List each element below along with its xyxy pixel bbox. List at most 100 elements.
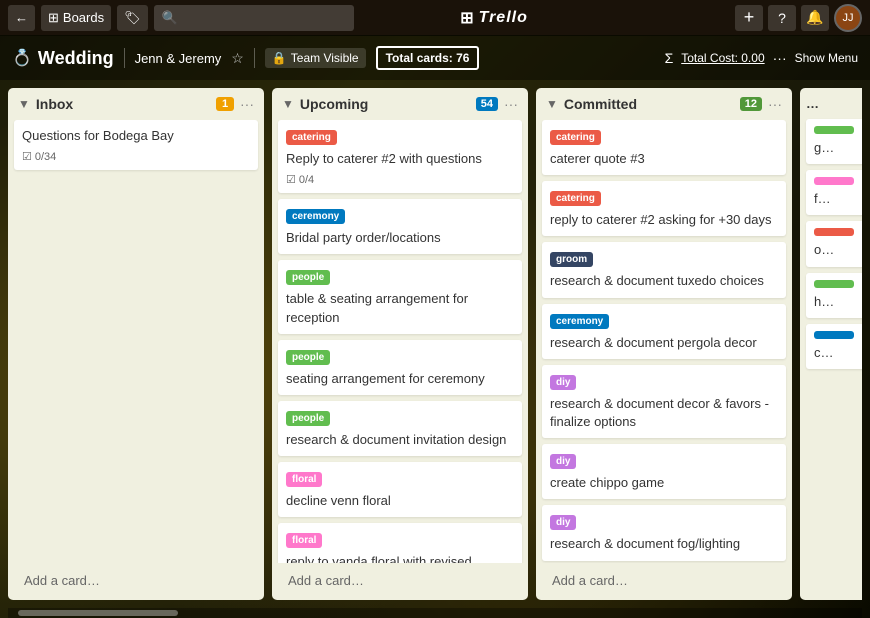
card[interactable]: groomresearch & document tuxedo choices [542,242,786,297]
list-count-badge: 12 [740,97,762,111]
card-label: people [286,411,330,426]
list-upcoming: ▼ Upcoming 54 ··· cateringReply to caterer #… [272,88,528,600]
card-title: caterer quote #3 [550,150,778,168]
bookmark-button[interactable]: 🏷 [117,5,148,31]
search-input[interactable] [183,11,346,25]
add-card-button[interactable]: Add a card… [542,567,786,594]
card[interactable]: catering reply to caterer #2 asking for +… [542,181,786,236]
visibility-button[interactable]: 🔒 Team Visible [265,48,366,68]
card-title: table & seating arrangement for receptio… [286,290,514,326]
card[interactable]: catering caterer quote #3 [542,120,786,175]
list-collapse-button[interactable]: ▼ [546,97,558,111]
list-cards: cateringReply to caterer #2 with questio… [272,120,528,563]
card-label: DIY [550,375,576,390]
list-menu-button[interactable]: ··· [768,96,782,112]
card-title: Questions for Bodega Bay [22,127,250,145]
board-member[interactable]: Jenn & Jeremy [135,51,222,66]
card-label: ceremony [286,209,345,224]
header-separator-1 [124,48,125,68]
back-icon: ← [15,10,28,25]
list-inbox: ▼Inbox1···Questions for Bodega Bay☑0/34A… [8,88,264,600]
card[interactable]: people table & seating arrangement for re… [278,260,522,333]
board-menu-ellipsis[interactable]: ··· [773,50,787,66]
bell-icon: 🔔 [806,9,823,26]
list-title: Committed [564,96,734,112]
card-label: DIY [550,454,576,469]
add-card-button[interactable]: Add a card… [278,567,522,594]
board-title: Wedding [38,48,114,69]
total-cost-link[interactable]: Total Cost: 0.00 [681,51,764,65]
bookmark-icon: 🏷 [124,10,141,26]
visibility-label: Team Visible [291,51,359,65]
list-collapse-button[interactable]: ▼ [282,97,294,111]
board-header: 💍 Wedding Jenn & Jeremy ☆ 🔒 Team Visible… [0,36,870,80]
card[interactable]: floral decline venn floral [278,462,522,517]
card[interactable]: o… [806,221,862,266]
add-button[interactable]: + [735,5,763,31]
card[interactable]: ceremonyresearch & document pergola deco… [542,304,786,359]
avatar-initials: JJ [843,12,854,24]
notification-button[interactable]: 🔔 [801,5,829,31]
card-label: catering [550,191,601,206]
card[interactable]: ceremonyBridal party order/locations [278,199,522,254]
card-title: research & document invitation design [286,431,514,449]
list-menu-button[interactable]: ··· [240,96,254,112]
list-committed: ▼Committed12···cateringcaterer quote #3c… [536,88,792,600]
scrollbar-thumb[interactable] [18,610,178,616]
card-checklist: ☑0/34 [22,150,56,163]
add-card-button[interactable]: Add a card… [14,567,258,594]
list-title: Upcoming [300,96,470,112]
card[interactable]: c… [806,324,862,369]
card[interactable]: floralreply to vanda floral with revised… [278,523,522,563]
card-label: people [286,350,330,365]
total-cards-badge: Total cards: 76 [376,46,480,70]
horizontal-scrollbar[interactable] [8,608,862,618]
total-cards-label: Total cards: 76 [386,51,470,65]
card[interactable]: cateringReply to caterer #2 with questio… [278,120,522,193]
checklist-count: 0/34 [35,151,56,163]
avatar[interactable]: JJ [834,4,862,32]
checklist-icon: ☑ [286,173,296,186]
list-collapse-button[interactable]: ▼ [18,97,30,111]
star-button[interactable]: ☆ [231,50,244,67]
trello-logo: ⊞ Trello [460,8,528,28]
card[interactable]: DIYcreate chippo game [542,444,786,499]
search-bar[interactable]: 🔍 [154,5,354,31]
list-partial: …g…f…o…h…c… [800,88,862,600]
card-label: ceremony [550,314,609,329]
card[interactable]: Questions for Bodega Bay ☑0/34 [14,120,258,170]
boards-label: Boards [63,10,104,25]
card-title: Reply to caterer #2 with questions [286,150,514,168]
card-label: catering [550,130,601,145]
card-meta: ☑0/4 [286,173,514,186]
card-label: people [286,270,330,285]
card[interactable]: DIYresearch & document decor & favors - … [542,365,786,438]
list-menu-button[interactable]: ··· [504,96,518,112]
card-meta: ☑0/34 [22,150,250,163]
list-header-committed: ▼ Committed 12 ··· [536,88,792,120]
board-title-container: 💍 Wedding [12,48,114,69]
card[interactable]: DIYresearch & document fog/lighting [542,505,786,560]
card-title: research & document tuxedo choices [550,272,778,290]
card[interactable]: h… [806,273,862,318]
list-count-badge: 54 [476,97,498,111]
card[interactable]: peopleseating arrangement for ceremony [278,340,522,395]
list-cards: catering caterer quote #3 catering reply to… [536,120,792,563]
trello-logo-text: Trello [479,9,528,27]
header-right: Σ Total Cost: 0.00 ··· Show Menu [665,50,858,66]
card[interactable]: g… [806,119,862,164]
card-label: floral [286,472,322,487]
card-label: DIY [550,515,576,530]
info-button[interactable]: ? [768,5,796,31]
boards-button[interactable]: ⊞ Boards [41,5,111,31]
info-icon: ? [778,10,786,26]
nav-right-actions: + ? 🔔 JJ [735,4,862,32]
back-button[interactable]: ← [8,5,35,31]
show-menu-button[interactable]: Show Menu [795,51,858,65]
top-navigation: ← ⊞ Boards 🏷 🔍 ⊞ Trello + ? 🔔 JJ [0,0,870,36]
card[interactable]: f… [806,170,862,215]
card-title: decline venn floral [286,492,514,510]
lock-icon: 🔒 [272,51,287,65]
card-title: reply to caterer #2 asking for +30 days [550,211,778,229]
card[interactable]: people research & document invitation des… [278,401,522,456]
